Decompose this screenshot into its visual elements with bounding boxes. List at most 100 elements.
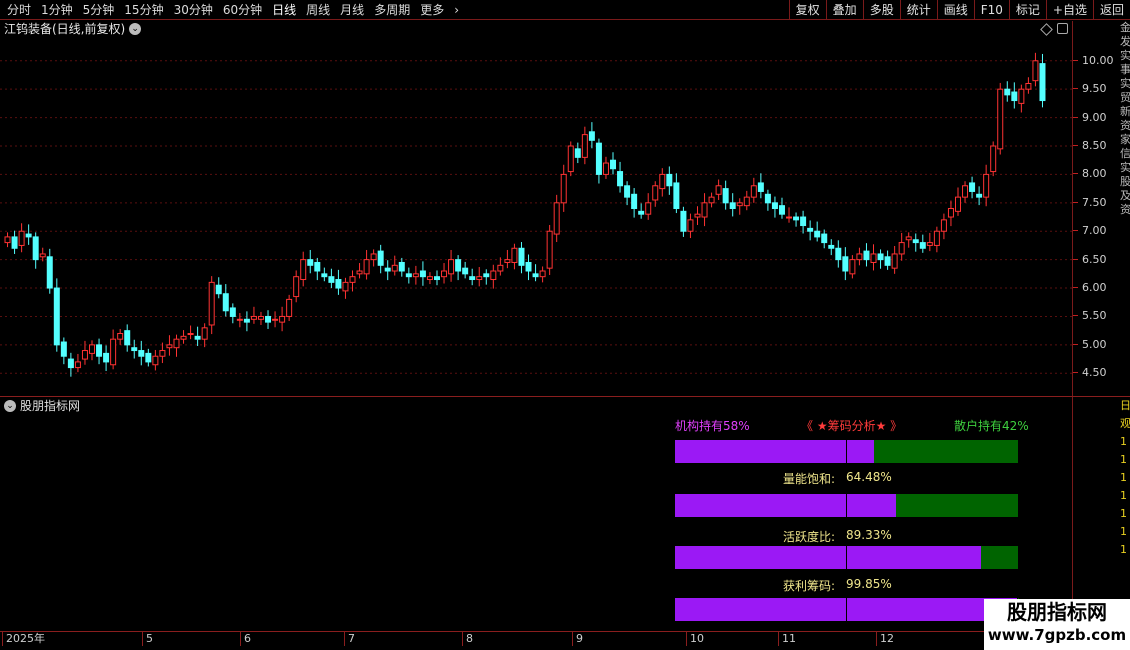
period-tab-0[interactable]: 分时 bbox=[2, 0, 36, 20]
candle-body bbox=[919, 242, 926, 249]
period-tab-4[interactable]: 30分钟 bbox=[169, 0, 218, 20]
candle-body bbox=[384, 267, 391, 272]
stock-title-text: 江钨装备(日线,前复权) bbox=[4, 22, 126, 36]
candle-body bbox=[124, 330, 131, 346]
candle-body bbox=[877, 253, 884, 261]
candle-body bbox=[272, 318, 279, 321]
metric-bar-0 bbox=[675, 494, 1018, 517]
panel-divider[interactable] bbox=[0, 396, 1130, 397]
candle-body bbox=[11, 236, 18, 249]
candle-body bbox=[67, 358, 74, 369]
period-tab-1[interactable]: 1分钟 bbox=[36, 0, 78, 20]
candle-body bbox=[947, 208, 954, 218]
candle-body bbox=[194, 335, 201, 340]
candle-body bbox=[729, 202, 736, 209]
price-tick: 5.00 bbox=[1073, 338, 1121, 351]
candle-body bbox=[363, 259, 370, 275]
period-tab-2[interactable]: 5分钟 bbox=[78, 0, 120, 20]
candle-body bbox=[180, 335, 187, 340]
candle-body bbox=[412, 273, 419, 278]
candle-body bbox=[659, 173, 666, 190]
metric-value: 89.33% bbox=[846, 528, 892, 542]
candlestick-panel[interactable]: 江钨装备(日线,前复权) ⌄ bbox=[0, 21, 1072, 396]
candle-body bbox=[750, 185, 757, 198]
period-tab-9[interactable]: 多周期 bbox=[369, 0, 415, 20]
date-tick: 5 bbox=[142, 632, 153, 646]
metric-bar-1-midline bbox=[846, 546, 847, 569]
candle-body bbox=[201, 327, 208, 340]
candle-body bbox=[46, 256, 53, 289]
period-tab-5[interactable]: 60分钟 bbox=[218, 0, 267, 20]
candle-body bbox=[976, 193, 983, 198]
toolbar-button-7[interactable]: +自选 bbox=[1045, 0, 1093, 20]
candle-body bbox=[370, 253, 377, 261]
period-tab-7[interactable]: 周线 bbox=[301, 0, 335, 20]
price-tick: 9.00 bbox=[1073, 111, 1121, 124]
toolbar-button-0[interactable]: 复权 bbox=[788, 0, 826, 20]
period-tab-8[interactable]: 月线 bbox=[335, 0, 369, 20]
stock-title[interactable]: 江钨装备(日线,前复权) ⌄ bbox=[4, 21, 142, 37]
candle-body bbox=[433, 276, 440, 281]
date-tick: 10 bbox=[686, 632, 704, 646]
price-axis: 10.00 9.50 9.00 8.50 8.00 7.50 7.00 6.50 6.00 5.5… bbox=[1072, 21, 1120, 396]
candle-body bbox=[265, 315, 272, 323]
diamond-icon[interactable] bbox=[1040, 23, 1053, 36]
toolbar-button-4[interactable]: 画线 bbox=[936, 0, 974, 20]
candle-body bbox=[553, 202, 560, 235]
toolbar-button-5[interactable]: F10 bbox=[973, 0, 1009, 20]
period-tab-6[interactable]: 日线 bbox=[267, 0, 301, 20]
candle-body bbox=[426, 276, 433, 281]
date-tick: 11 bbox=[778, 632, 796, 646]
candle-body bbox=[856, 253, 863, 261]
candle-body bbox=[694, 213, 701, 218]
candle-body bbox=[793, 216, 800, 221]
candle-body bbox=[574, 148, 581, 158]
chevron-down-icon[interactable]: ⌄ bbox=[129, 23, 142, 35]
candle-body bbox=[321, 273, 328, 278]
candle-body bbox=[250, 315, 257, 320]
price-tick: 7.50 bbox=[1073, 196, 1121, 209]
candle-body bbox=[328, 276, 335, 283]
candle-body bbox=[778, 205, 785, 215]
metric-bar-1-fill bbox=[675, 546, 982, 569]
price-tick: 9.50 bbox=[1073, 82, 1121, 95]
candle-body bbox=[983, 173, 990, 198]
window-toggle-icon[interactable] bbox=[1057, 23, 1068, 34]
candle-body bbox=[842, 256, 849, 272]
candle-body bbox=[933, 230, 940, 246]
chevron-right-icon[interactable]: › bbox=[449, 0, 464, 20]
candle-body bbox=[356, 270, 363, 275]
metric-bar-0-fill bbox=[675, 494, 897, 517]
candle-body bbox=[476, 276, 483, 281]
candle-body bbox=[645, 202, 652, 215]
period-tab-3[interactable]: 15分钟 bbox=[119, 0, 168, 20]
candle-body bbox=[715, 185, 722, 195]
toolbar-button-3[interactable]: 统计 bbox=[899, 0, 937, 20]
metric-bar-2 bbox=[675, 598, 1018, 621]
metric-label: 获利筹码: bbox=[783, 579, 836, 593]
metric-label: 量能饱和: bbox=[783, 472, 836, 486]
candle-body bbox=[398, 261, 405, 272]
candle-body bbox=[96, 344, 103, 357]
candle-body bbox=[687, 219, 694, 232]
candle-body bbox=[905, 236, 912, 241]
period-tabs: 分时 1分钟 5分钟 15分钟 30分钟 60分钟 日线 周线 月线 多周期 更多 › bbox=[2, 0, 464, 20]
candle-body bbox=[257, 315, 264, 320]
toolbar-button-8[interactable]: 返回 bbox=[1092, 0, 1130, 20]
toolbar-buttons: 复权 叠加 多股 统计 画线 F10 标记 +自选 返回 bbox=[788, 0, 1130, 20]
candle-body bbox=[954, 196, 961, 212]
candle-body bbox=[166, 344, 173, 349]
chevron-down-icon[interactable]: ⌄ bbox=[4, 400, 16, 412]
candle-body bbox=[631, 193, 638, 210]
period-tab-10[interactable]: 更多 bbox=[415, 0, 449, 20]
candle-body bbox=[349, 276, 356, 283]
toolbar-button-2[interactable]: 多股 bbox=[862, 0, 900, 20]
metric-bar-2-midline bbox=[846, 598, 847, 621]
toolbar-button-1[interactable]: 叠加 bbox=[825, 0, 863, 20]
toolbar-button-6[interactable]: 标记 bbox=[1008, 0, 1046, 20]
indicator-side-text: 日观1111111 bbox=[1120, 399, 1130, 556]
candle-body bbox=[567, 145, 574, 173]
candle-body bbox=[159, 350, 166, 357]
candle-body bbox=[617, 171, 624, 187]
indicator-title[interactable]: ⌄ 股朋指标网 bbox=[4, 399, 80, 413]
